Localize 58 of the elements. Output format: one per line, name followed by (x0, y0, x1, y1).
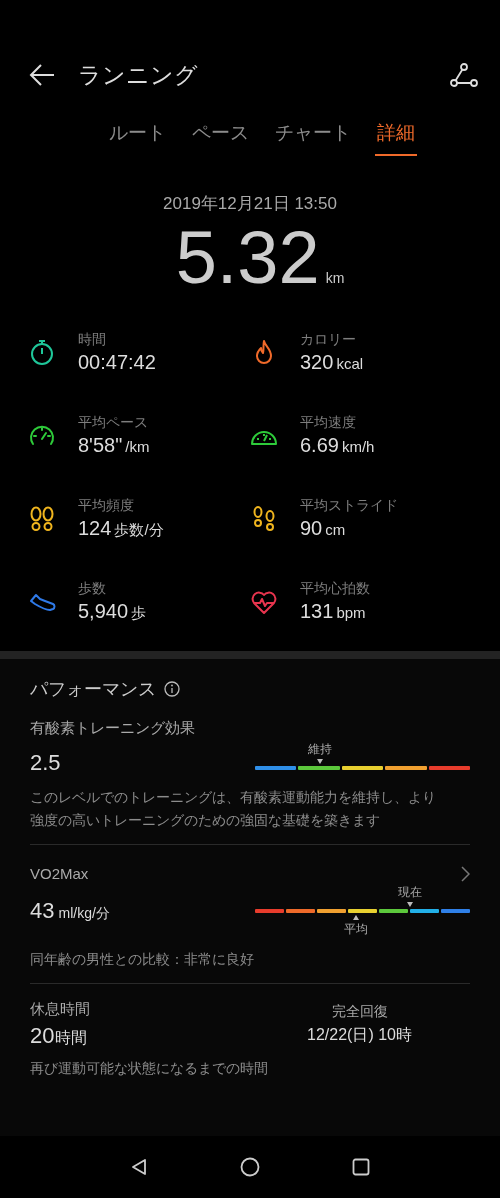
info-icon[interactable] (164, 681, 180, 697)
pointer-icon (406, 902, 413, 907)
stat-unit: /km (125, 438, 150, 455)
metric-title: 有酸素トレーニング効果 (30, 719, 196, 738)
section-title: パフォーマンス (30, 678, 156, 701)
workout-date: 2019年12月21日 13:50 (163, 193, 337, 215)
route-icon[interactable] (450, 62, 478, 88)
pointer-icon (353, 915, 360, 920)
back-icon[interactable] (130, 1158, 148, 1176)
distance-value: 5.32 (175, 221, 320, 295)
tab[interactable]: チャート (273, 120, 353, 156)
metric-value: 43 (30, 898, 55, 923)
stat-unit: kcal (336, 355, 364, 372)
stat-label: 平均ペース (78, 414, 149, 432)
stat-value: 5,940 (78, 600, 129, 623)
stat-unit: bpm (336, 604, 366, 621)
stat-value: 90 (300, 517, 323, 540)
metric-value: 2.5 (30, 750, 61, 776)
stat-label: 平均心拍数 (300, 580, 370, 598)
home-icon[interactable] (240, 1157, 260, 1177)
stat-value: 131 (300, 600, 334, 623)
stat-label: 平均ストライド (300, 497, 398, 515)
metric-value: 20 (30, 1023, 55, 1048)
stat-unit: km/h (341, 438, 375, 455)
description-text: 再び運動可能な状態になるまでの時間 (30, 1060, 269, 1078)
comparison-text: 同年齢の男性との比較：非常に良好 (30, 950, 255, 969)
stat-value: 00:47:42 (78, 351, 156, 374)
back-icon[interactable] (28, 63, 56, 87)
marker-label: 現在 (397, 884, 422, 901)
tab[interactable]: ペース (190, 120, 251, 156)
stat-unit: cm (325, 521, 346, 538)
stat-value: 6.69 (300, 434, 339, 457)
stat-label: 歩数 (78, 580, 107, 598)
stat-value: 320 (300, 351, 334, 374)
stat-value: 124 (78, 517, 112, 540)
tab[interactable]: 詳細 (375, 120, 417, 156)
recent-apps-icon[interactable] (352, 1158, 370, 1176)
marker-label: 平均 (344, 921, 369, 938)
screen-title: ランニング (78, 60, 199, 90)
stat-label: 平均頻度 (78, 497, 135, 515)
recovery-label: 完全回復 (331, 1003, 388, 1021)
stat-unit: 歩 (131, 604, 147, 623)
stat-value: 8'58" (78, 434, 123, 457)
distance-unit: km (325, 270, 345, 286)
stat-label: 時間 (78, 331, 107, 349)
stat-label: カロリー (300, 331, 357, 349)
description-text: このレベルでのトレーニングは、有酸素運動能力を維持し、より強度の高いトレーニングのための強固な基礎を築きます (30, 789, 437, 830)
tab[interactable]: ルート (107, 120, 168, 156)
metric-title: 休息時間 (30, 1000, 90, 1019)
recovery-time: 12/22(日) 10時 (307, 1025, 412, 1045)
metric-title: VO2Max (30, 865, 89, 882)
chevron-right-icon[interactable] (460, 865, 470, 882)
metric-unit: ml/kg/分 (58, 905, 110, 921)
marker-label: 維持 (307, 741, 332, 758)
pointer-icon (316, 759, 323, 764)
stat-unit: 歩数/分 (114, 521, 164, 540)
metric-unit: 時間 (55, 1029, 88, 1046)
stat-label: 平均速度 (300, 414, 357, 432)
